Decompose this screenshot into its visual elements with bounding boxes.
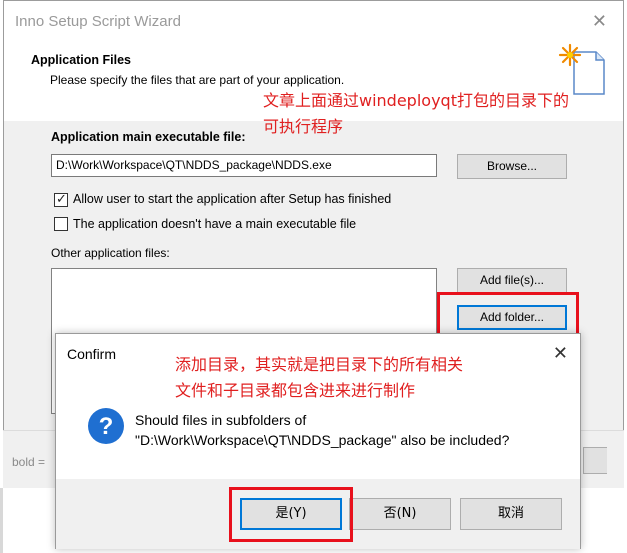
wizard-title: Inno Setup Script Wizard <box>15 13 181 30</box>
wizard-next-button[interactable] <box>583 447 607 474</box>
cancel-button[interactable]: 取消 <box>460 498 562 530</box>
exe-label: Application main executable file: <box>51 130 246 144</box>
dialog-message-line2: "D:\Work\Workspace\QT\NDDS_package" also… <box>135 432 510 448</box>
checkmark-icon: ✓ <box>56 191 67 206</box>
annotation-top-line2: 可执行程序 <box>263 117 344 136</box>
bottom-label: bold = <box>12 455 46 469</box>
annotation-top-line1: 文章上面通过windeployqt打包的目录下的 <box>263 91 569 110</box>
dialog-message-line1: Should files in subfolders of <box>135 412 307 428</box>
annotation-dialog: 添加目录，其实就是把目录下的所有相关 文件和子目录都包含进来进行制作 <box>175 352 463 404</box>
dialog-message: Should files in subfolders of "D:\Work\W… <box>135 410 509 450</box>
no-button[interactable]: 否(N) <box>349 498 451 530</box>
wizard-titlebar: Inno Setup Script Wizard ✕ <box>4 1 623 41</box>
section-subtitle: Please specify the files that are part o… <box>50 73 345 87</box>
no-exe-label: The application doesn't have a main exec… <box>73 217 357 231</box>
allow-start-checkbox[interactable]: ✓ <box>54 191 68 207</box>
background-edge <box>0 488 3 553</box>
exe-path-input[interactable]: D:\Work\Workspace\QT\NDDS_package\NDDS.e… <box>51 154 437 177</box>
browse-button[interactable]: Browse... <box>457 154 567 179</box>
svg-text:?: ? <box>99 413 114 440</box>
question-icon: ? <box>88 408 124 444</box>
other-files-label: Other application files: <box>51 246 170 260</box>
annotation-dialog-line2: 文件和子目录都包含进来进行制作 <box>175 381 416 400</box>
annotation-dialog-line1: 添加目录，其实就是把目录下的所有相关 <box>175 355 464 374</box>
dialog-close-icon[interactable]: ✕ <box>553 343 568 364</box>
wizard-close-icon[interactable]: ✕ <box>592 11 607 32</box>
highlight-yes-button <box>229 487 353 542</box>
dialog-title: Confirm <box>67 346 117 362</box>
allow-start-label: Allow user to start the application afte… <box>73 192 392 206</box>
section-title: Application Files <box>31 53 132 67</box>
no-exe-checkbox[interactable] <box>54 217 68 231</box>
annotation-top: 文章上面通过windeployqt打包的目录下的 可执行程序 <box>263 88 569 140</box>
add-files-button[interactable]: Add file(s)... <box>457 268 567 293</box>
